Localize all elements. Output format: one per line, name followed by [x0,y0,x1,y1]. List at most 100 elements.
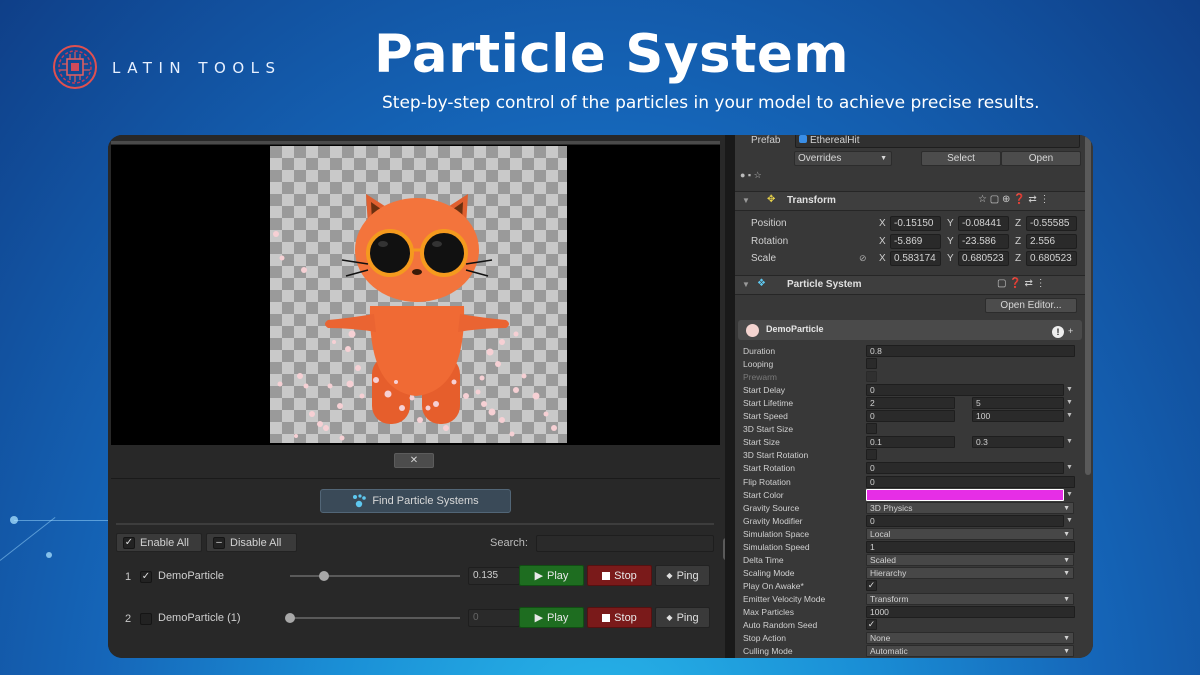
start-lifetime-mode-dropdown[interactable]: ▼ [1066,399,1073,406]
position-label: Position [751,218,787,229]
delta-time-dropdown[interactable]: Scaled ▼ [866,553,1074,566]
inspector-scrollbar[interactable] [1085,135,1091,475]
emitter-row: 2 DemoParticle (1) 0 ▶ Play Stop ◆ Ping [116,607,716,635]
start-lifetime-max-field[interactable]: 5 [972,397,1064,410]
speed-slider-handle[interactable] [285,613,295,623]
position-x-field[interactable]: -0.15150 [890,216,941,231]
gravity-modifier-field[interactable]: 0 [866,514,1064,527]
panel-topbar [111,141,720,144]
search-label: Search: [490,537,528,549]
panel-splitter[interactable] [725,135,735,658]
add-icon[interactable]: + [1068,326,1073,336]
simulation-speed-field[interactable]: 1 [866,540,1075,553]
overrides-dropdown[interactable]: Overrides ▼ [794,151,892,166]
ping-icon: ◆ [666,613,673,622]
close-preview-button[interactable]: ✕ [394,453,434,468]
scale-y-axis-label: Y [947,253,954,264]
particle-system-header[interactable]: ▼ ❖ Particle System ▢ ❓ ⇄ ⋮ [735,275,1085,295]
stop-action-label: Stop Action [743,633,787,644]
scale-z-field[interactable]: 0.680523 [1026,251,1077,266]
start-speed-label: Start Speed [743,411,788,422]
transform-header[interactable]: ▼ ✥ Transform ☆ ▢ ⊕ ❓ ⇄ ⋮ [735,191,1085,211]
position-z-field[interactable]: -0.55585 [1026,216,1077,231]
ping-button[interactable]: ◆ Ping [655,607,710,628]
duration-field[interactable]: 0.8 [866,345,1075,357]
start-size-min-field[interactable]: 0.1 [866,436,955,449]
rotation-y-field[interactable]: -23.586 [958,234,1009,249]
3d-start-rotation-checkbox[interactable] [866,449,877,461]
info-icon[interactable]: ! [1052,326,1064,338]
start-speed-mode-dropdown[interactable]: ▼ [1066,412,1073,419]
culling-mode-dropdown[interactable]: Automatic ▼ [866,645,1074,658]
speed-value-field[interactable]: 0 [468,609,520,627]
start-color-swatch[interactable] [866,488,1064,501]
max-particles-field[interactable]: 1000 [866,606,1075,618]
play-on-awake-checkbox[interactable]: ✓ [866,579,877,591]
select-button[interactable]: Select [921,151,1001,166]
auto-random-seed-label: Auto Random Seed [743,620,818,631]
scaling-mode-dropdown[interactable]: Hierarchy ▼ [866,566,1074,579]
link-icon[interactable]: ⊘ [859,253,867,264]
position-y-field[interactable]: -0.08441 [958,216,1009,231]
enabled-checkbox[interactable]: ✓ [140,571,152,583]
transform-icon: ✥ [767,194,776,205]
3d-start-size-checkbox[interactable] [866,423,877,435]
enabled-checkbox[interactable] [140,613,152,625]
enable-all-button[interactable]: ✓ Enable All [116,533,202,552]
search-input[interactable] [536,535,714,552]
module-header[interactable]: DemoParticle ! + [738,320,1082,340]
auto-random-seed-checkbox[interactable]: ✓ [866,619,877,631]
rotation-x-axis-label: X [879,236,886,247]
find-particle-systems-button[interactable]: Find Particle Systems [320,489,511,513]
open-editor-button[interactable]: Open Editor... [985,298,1077,313]
start-delay-field[interactable]: 0 [866,384,1064,397]
start-delay-mode-dropdown[interactable]: ▼ [1066,386,1073,393]
stop-action-dropdown[interactable]: None ▼ [866,632,1074,645]
speed-slider-track[interactable] [290,575,460,577]
start-size-mode-dropdown[interactable]: ▼ [1066,438,1073,445]
scale-x-field[interactable]: 0.583174 [890,251,941,266]
component-icons: ● ▪ ☆ [740,170,762,180]
play-button[interactable]: ▶ Play [519,607,584,628]
decor-dot [10,516,18,524]
start-rotation-field[interactable]: 0 [866,462,1064,475]
simulation-space-value: Local [870,528,891,539]
speed-slider-track[interactable] [290,617,460,619]
scale-y-field[interactable]: 0.680523 [958,251,1009,266]
looping-checkbox[interactable] [866,358,877,370]
play-button[interactable]: ▶ Play [519,565,584,586]
disable-all-button[interactable]: – Disable All [206,533,297,552]
prewarm-label: Prewarm [743,372,778,383]
flip-rotation-field[interactable]: 0 [866,475,1075,488]
simulation-space-dropdown[interactable]: Local ▼ [866,527,1074,540]
rotation-x-field[interactable]: -5.869 [890,234,941,249]
start-lifetime-min-field[interactable]: 2 [866,397,955,410]
gravity-source-dropdown[interactable]: 3D Physics ▼ [866,501,1074,514]
position-y-axis-label: Y [947,218,954,229]
emitter-velocity-mode-dropdown[interactable]: Transform ▼ [866,592,1074,605]
open-button[interactable]: Open [1001,151,1081,166]
rotation-y-axis-label: Y [947,236,954,247]
gravity-modifier-mode-dropdown[interactable]: ▼ [1066,517,1073,524]
ping-label: Ping [676,611,699,624]
speed-value-field[interactable]: 0.135 [468,567,520,585]
start-size-max-field[interactable]: 0.3 [972,436,1064,449]
start-rotation-mode-dropdown[interactable]: ▼ [1066,464,1073,471]
ping-button[interactable]: ◆ Ping [655,565,710,586]
particle-color-swatch [746,324,759,337]
disable-all-label: Disable All [230,536,282,549]
rotation-z-field[interactable]: 2.556 [1026,234,1077,249]
stop-label: Stop [614,611,637,624]
flip-rotation-label: Flip Rotation [743,476,791,487]
prefab-field[interactable]: EtherealHit [795,135,1080,148]
hero-title: Particle System [374,24,850,85]
minus-icon: – [213,536,225,549]
stop-button[interactable]: Stop [587,607,652,628]
stop-button[interactable]: Stop [587,565,652,586]
preview-viewport[interactable] [111,145,720,445]
start-color-mode-dropdown[interactable]: ▼ [1066,491,1073,498]
ping-label: Ping [676,569,699,582]
start-speed-max-field[interactable]: 100 [972,410,1064,423]
speed-slider-handle[interactable] [319,571,329,581]
start-speed-min-field[interactable]: 0 [866,410,955,423]
